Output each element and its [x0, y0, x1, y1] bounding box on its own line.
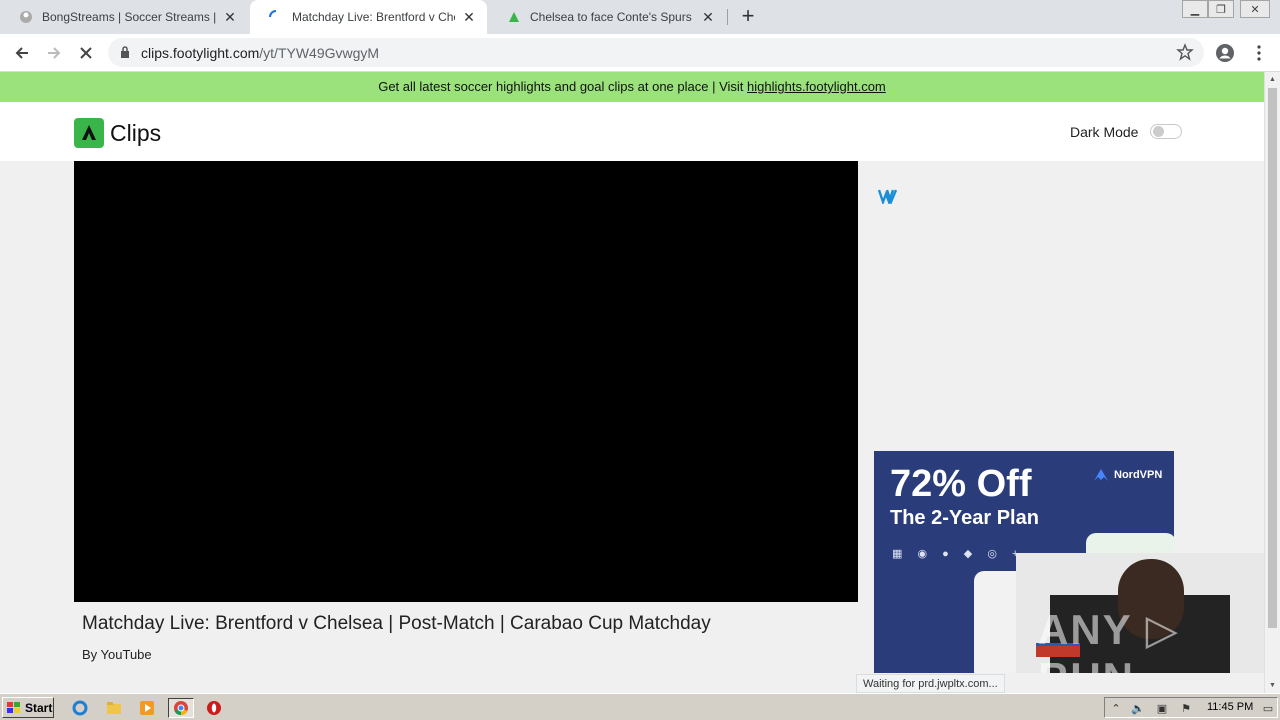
show-desktop-icon[interactable]: ▭	[1261, 702, 1275, 715]
nordvpn-logo-icon	[1094, 469, 1108, 481]
close-tab-icon[interactable]: ✕	[222, 9, 238, 25]
close-window-button[interactable]: ✕	[1240, 0, 1270, 18]
browser-menu-button[interactable]	[1246, 40, 1272, 66]
tab-chelsea-spurs[interactable]: Chelsea to face Conte's Spurs in EFL ✕	[488, 0, 726, 34]
bookmark-star-icon[interactable]	[1176, 43, 1194, 61]
loading-spinner-icon	[268, 9, 284, 25]
restore-button[interactable]: ❐	[1208, 0, 1234, 18]
url-text: clips.footylight.com/yt/TYW49GvwgyM	[141, 45, 379, 61]
dark-mode-toggle[interactable]	[1150, 124, 1182, 139]
stop-loading-button[interactable]	[73, 40, 99, 66]
ad-brand: NordVPN	[1092, 467, 1162, 483]
ie-icon[interactable]	[69, 698, 91, 718]
clips-logo-icon	[74, 118, 104, 148]
profile-button[interactable]	[1212, 40, 1238, 66]
account-icon	[1216, 44, 1234, 62]
scrollbar-thumb[interactable]	[1268, 88, 1277, 628]
show-hidden-icons-icon[interactable]: ⌃	[1109, 702, 1123, 715]
forward-button[interactable]	[41, 40, 67, 66]
system-tray: ⌃ 🔈 ▣ ⚑ 11:45 PM ▭	[1104, 697, 1278, 718]
bongstreams-favicon	[18, 9, 34, 25]
taskbar-clock[interactable]: 11:45 PM	[1207, 701, 1253, 713]
page-scrollbar[interactable]: ▲ ▼	[1264, 72, 1280, 693]
network-icon[interactable]: ▣	[1155, 702, 1169, 715]
new-tab-button[interactable]: +	[736, 5, 760, 29]
start-button[interactable]: Start	[2, 697, 54, 718]
platform-icons: ▦ ◉ ● ◆ ◎ +	[892, 548, 1025, 560]
ad-headline: 72% Off	[890, 463, 1032, 505]
windows-flag-icon	[7, 701, 20, 713]
folder-icon[interactable]	[103, 698, 125, 718]
close-tab-icon[interactable]: ✕	[700, 9, 716, 25]
banner-text: Get all latest soccer highlights and goa…	[378, 79, 748, 94]
address-bar[interactable]: clips.footylight.com/yt/TYW49GvwgyM	[108, 38, 1204, 67]
back-arrow-icon	[15, 47, 28, 59]
promo-banner: Get all latest soccer highlights and goa…	[0, 72, 1264, 102]
scroll-down-arrow-icon[interactable]: ▼	[1269, 682, 1276, 689]
widget-logo-icon	[878, 189, 898, 204]
tab-title: BongStreams | Soccer Streams | NBA	[42, 10, 216, 24]
url-path: /yt/TYW49GvwgyM	[259, 45, 380, 61]
ad-brand-text: NordVPN	[1114, 469, 1163, 481]
site-header: Clips Dark Mode	[0, 102, 1264, 161]
webcam-overlay: ANY ▷ RUN	[1016, 553, 1264, 673]
back-button[interactable]	[9, 40, 35, 66]
tab-title: Matchday Live: Brentford v Chelsea	[292, 10, 455, 24]
tab-bongstreams[interactable]: BongStreams | Soccer Streams | NBA ✕	[0, 0, 248, 34]
minimize-button[interactable]: ▁	[1182, 0, 1208, 18]
windows-taskbar: Start ⌃ 🔈 ▣ ⚑ 11:45 PM ▭	[0, 693, 1280, 720]
tab-strip: BongStreams | Soccer Streams | NBA ✕ Mat…	[0, 0, 1280, 34]
media-player-icon[interactable]	[136, 698, 158, 718]
volume-icon[interactable]: 🔈	[1131, 702, 1145, 715]
opera-icon[interactable]	[203, 698, 225, 718]
more-vert-icon	[1257, 45, 1261, 61]
url-host: clips.footylight.com	[141, 45, 260, 61]
toggle-knob	[1153, 126, 1164, 137]
chrome-icon[interactable]	[168, 698, 194, 718]
stop-icon	[80, 47, 92, 59]
tab-separator	[727, 9, 728, 25]
ad-subline: The 2-Year Plan	[890, 507, 1039, 529]
site-logo[interactable]: Clips	[74, 118, 161, 148]
tab-matchday-live[interactable]: Matchday Live: Brentford v Chelsea ✕	[250, 0, 487, 34]
start-label: Start	[25, 700, 53, 715]
dark-mode-label: Dark Mode	[1070, 124, 1139, 140]
video-source: By YouTube	[82, 647, 152, 662]
logo-text: Clips	[110, 119, 162, 146]
browser-toolbar: clips.footylight.com/yt/TYW49GvwgyM	[0, 34, 1280, 72]
forward-arrow-icon	[48, 47, 61, 59]
close-tab-icon[interactable]: ✕	[461, 9, 477, 25]
video-title: Matchday Live: Brentford v Chelsea | Pos…	[82, 613, 711, 634]
action-center-flag-icon[interactable]: ⚑	[1179, 702, 1193, 715]
scroll-up-arrow-icon[interactable]: ▲	[1269, 76, 1276, 83]
footylight-favicon	[506, 9, 522, 25]
highlights-link[interactable]: highlights.footylight.com	[747, 79, 886, 94]
lock-icon	[121, 46, 129, 58]
tab-title: Chelsea to face Conte's Spurs in EFL	[530, 10, 694, 24]
video-player[interactable]	[74, 161, 858, 602]
status-bubble: Waiting for prd.jwpltx.com...	[856, 674, 1005, 693]
anyrun-watermark: ANY ▷ RUN	[1038, 606, 1180, 673]
